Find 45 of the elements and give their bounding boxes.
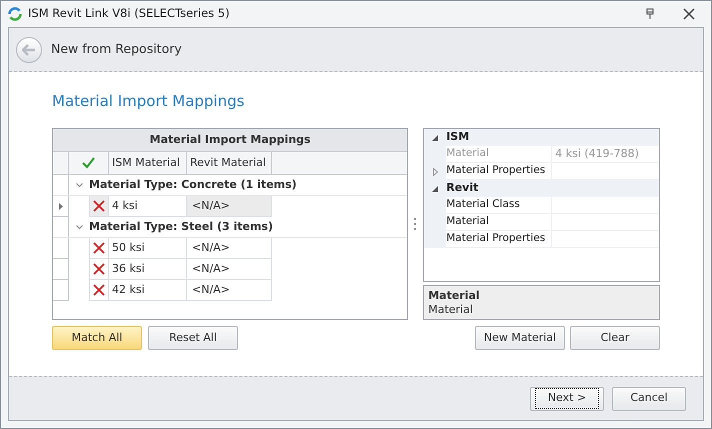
description-text: Material xyxy=(428,303,474,317)
category-label: Revit xyxy=(446,180,478,196)
dialog-button[interactable]: Cancel xyxy=(612,386,686,410)
column-header[interactable]: ISM Material xyxy=(109,152,187,174)
dialog-button[interactable]: Match All xyxy=(52,326,142,350)
table-cell[interactable]: <N/A> xyxy=(187,238,272,259)
window-title: ISM Revit Link V8i (SELECTseries 5) xyxy=(28,5,230,22)
column-header[interactable]: Revit Material xyxy=(187,152,272,174)
splitter-grip-icon[interactable] xyxy=(414,218,418,230)
gutter-cell xyxy=(424,231,446,248)
description-title: Material xyxy=(428,288,481,303)
row-header-cell[interactable] xyxy=(53,259,69,280)
category-label: ISM xyxy=(446,129,470,146)
row-header-cell[interactable] xyxy=(53,196,69,217)
section-heading: Material Import Mappings xyxy=(52,91,246,112)
table-cell[interactable]: <N/A> xyxy=(187,280,272,301)
group-header[interactable]: Material Type: Concrete (1 items) xyxy=(89,175,297,195)
row-indicator-icon xyxy=(58,202,62,210)
pin-icon[interactable] xyxy=(644,8,656,20)
dialog-button[interactable]: Next > xyxy=(530,386,604,410)
property-label[interactable]: Material Properties xyxy=(446,231,552,248)
back-button[interactable] xyxy=(16,36,42,62)
checkmark-icon xyxy=(82,157,95,169)
dialog-button[interactable]: Clear xyxy=(570,326,660,350)
close-icon[interactable] xyxy=(683,8,695,20)
table-cell: 36 ksi xyxy=(109,259,187,280)
grid-title: Material Import Mappings xyxy=(53,129,408,152)
table-cell[interactable]: <N/A> xyxy=(187,196,272,217)
chevron-down-icon[interactable] xyxy=(76,224,82,230)
table-cell: 42 ksi xyxy=(109,280,187,301)
expander-triangle-icon[interactable] xyxy=(432,186,438,192)
row-header-cell[interactable] xyxy=(53,238,69,259)
property-label[interactable]: Material Class xyxy=(446,197,552,214)
page-title: New from Repository xyxy=(51,40,182,58)
table-cell: 50 ksi xyxy=(109,238,187,259)
dialog-button[interactable]: New Material xyxy=(475,326,565,350)
dialog-button[interactable]: Reset All xyxy=(148,326,238,350)
property-label[interactable]: Material xyxy=(446,214,552,231)
expander-triangle-icon[interactable] xyxy=(432,134,438,140)
back-arrow-icon xyxy=(22,44,36,56)
row-header-cell[interactable] xyxy=(53,280,69,301)
table-cell[interactable]: <N/A> xyxy=(187,259,272,280)
group-header[interactable]: Material Type: Steel (3 items) xyxy=(89,217,273,237)
app-logo-icon xyxy=(7,6,23,22)
chevron-down-icon[interactable] xyxy=(76,182,82,188)
